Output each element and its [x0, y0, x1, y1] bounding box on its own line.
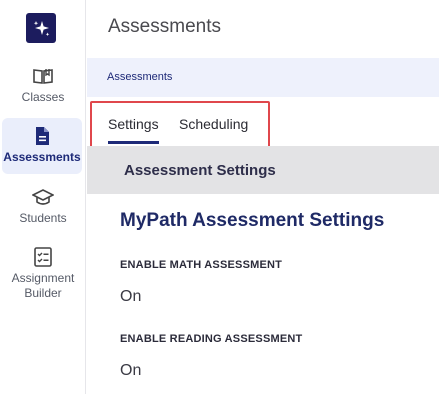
checklist-icon	[34, 247, 52, 267]
setting-value-math[interactable]: On	[120, 288, 141, 306]
sidebar-item-label: Assignment Builder	[11, 271, 75, 300]
section-header: Assessment Settings	[87, 146, 439, 194]
document-icon	[36, 127, 49, 145]
sparkle-icon	[33, 21, 50, 37]
sidebar-item-label: Classes	[21, 90, 65, 104]
tab-settings[interactable]: Settings	[108, 116, 159, 132]
setting-value-reading[interactable]: On	[120, 362, 141, 380]
sidebar-item-classes[interactable]: Classes	[0, 66, 86, 105]
sidebar-item-label: Students	[19, 211, 67, 225]
app-logo[interactable]	[26, 13, 56, 43]
breadcrumb-item[interactable]: Assessments	[107, 71, 172, 83]
sidebar: Classes Assessments Students Assignment …	[0, 0, 86, 394]
tab-scheduling[interactable]: Scheduling	[179, 116, 248, 132]
sidebar-item-assignment-builder[interactable]: Assignment Builder	[0, 247, 86, 301]
setting-label-reading: ENABLE READING ASSESSMENT	[120, 333, 303, 345]
section-title: Assessment Settings	[124, 162, 276, 179]
graduation-cap-icon	[32, 189, 54, 205]
page-title: Assessments	[108, 16, 221, 37]
sidebar-item-assessments[interactable]: Assessments	[2, 118, 82, 174]
active-tab-indicator	[108, 141, 159, 144]
breadcrumb: Assessments	[87, 58, 439, 97]
setting-label-math: ENABLE MATH ASSESSMENT	[120, 259, 283, 271]
sidebar-item-label: Assessments	[3, 150, 81, 164]
book-icon	[33, 69, 53, 84]
sidebar-item-students[interactable]: Students	[0, 187, 86, 226]
settings-heading: MyPath Assessment Settings	[120, 210, 385, 231]
